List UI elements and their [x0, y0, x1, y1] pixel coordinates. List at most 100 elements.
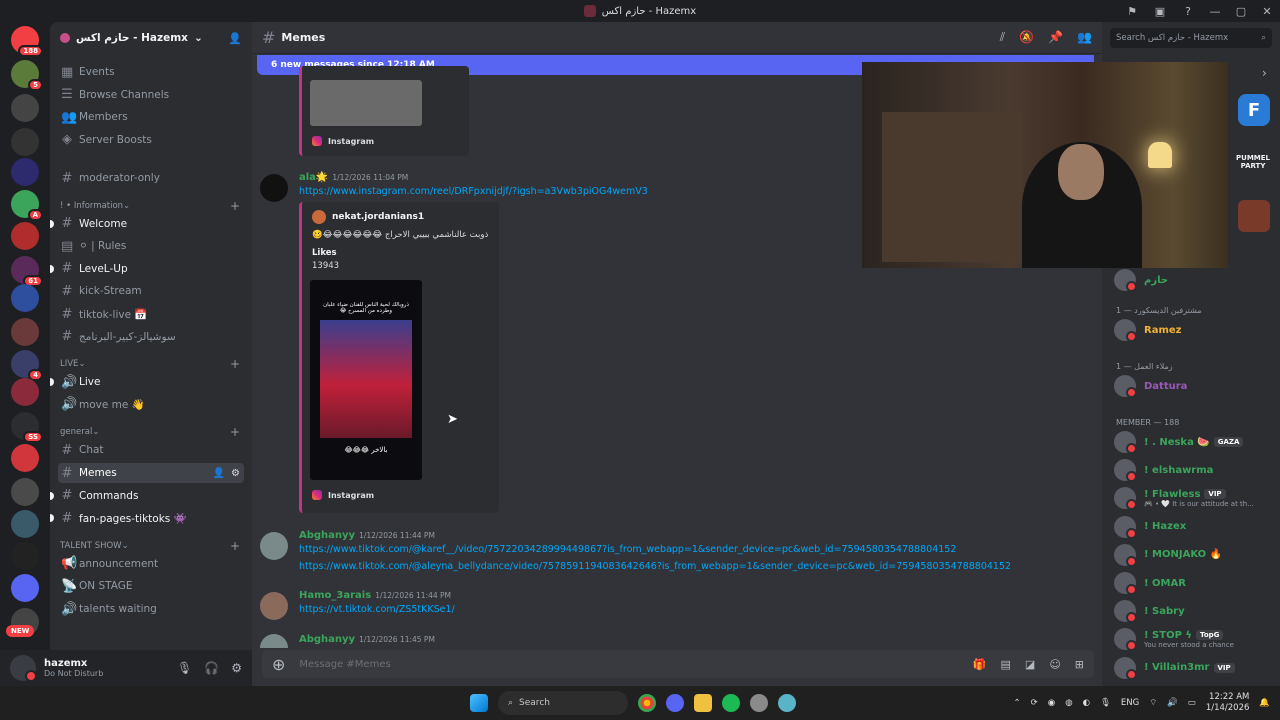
chrome-icon[interactable]: [638, 694, 656, 712]
add-attachment-icon[interactable]: ⊕: [272, 655, 285, 674]
channel-item[interactable]: # fan-pages-tiktoks 👾: [50, 508, 244, 528]
server-icon[interactable]: 5: [11, 60, 43, 91]
server-icon[interactable]: A: [11, 190, 43, 221]
headphones-icon[interactable]: 🎧: [204, 661, 219, 675]
create-channel-icon[interactable]: +: [230, 357, 240, 371]
channel-item[interactable]: # Chat: [58, 440, 244, 460]
server-icon[interactable]: [11, 444, 39, 472]
embed-video-thumbnail[interactable]: ذروبالك لحية الناس للفنان ضياء علبان وطر…: [310, 280, 422, 480]
member-item[interactable]: ! Sabry: [1114, 599, 1274, 624]
member-list-icon[interactable]: 👥: [1077, 30, 1092, 45]
app-icon[interactable]: [778, 694, 796, 712]
search-input[interactable]: Search حازم اكس - Hazemx ⌕: [1110, 28, 1272, 48]
sidebar-item-server-boosts[interactable]: ◈ Server Boosts: [58, 130, 244, 150]
channel-item[interactable]: # moderator-only: [58, 168, 244, 188]
sidebar-item-members[interactable]: 👥 Members: [58, 107, 244, 127]
clock[interactable]: 12:22 AM 1/14/2026: [1206, 692, 1250, 714]
server-icon[interactable]: [11, 478, 39, 506]
member-item[interactable]: Dattura: [1114, 374, 1274, 398]
channel-item[interactable]: 🔊 talents waiting: [58, 599, 244, 619]
emoji-icon[interactable]: ☺: [1049, 658, 1060, 671]
activity-avatar[interactable]: [1238, 200, 1270, 232]
server-icon[interactable]: [11, 542, 39, 570]
message-link[interactable]: https://www.tiktok.com/@karef__/video/75…: [299, 544, 956, 555]
channel-item[interactable]: # Welcome: [50, 214, 244, 234]
message-input[interactable]: Message #Memes: [299, 659, 390, 670]
server-icon[interactable]: [11, 574, 39, 602]
server-icon[interactable]: [11, 284, 39, 312]
server-icon[interactable]: [11, 158, 39, 186]
server-icon[interactable]: [11, 510, 39, 538]
sticker-icon[interactable]: ◪: [1025, 658, 1035, 671]
inbox-flag-icon[interactable]: ⚑: [1118, 5, 1146, 18]
file-explorer-icon[interactable]: [694, 694, 712, 712]
microphone-icon[interactable]: 🎙: [177, 661, 192, 675]
spotify-icon[interactable]: [722, 694, 740, 712]
notification-icon[interactable]: 🔔: [1259, 698, 1270, 708]
channel-item[interactable]: 📢 announcement: [58, 554, 244, 574]
channel-item[interactable]: # Memes 👤 ⚙: [58, 463, 244, 483]
maximize-button[interactable]: ▢: [1228, 5, 1254, 18]
help-icon[interactable]: ?: [1174, 5, 1202, 18]
server-icon[interactable]: [11, 94, 39, 122]
guild-header[interactable]: حازم اكس - Hazemx ⌄ 👤: [50, 22, 252, 54]
avatar[interactable]: [10, 655, 37, 682]
channel-item[interactable]: 🔊 Live: [50, 372, 244, 392]
channel-item[interactable]: 📡 ON STAGE: [58, 576, 244, 596]
gif-icon[interactable]: ▤: [1001, 658, 1011, 671]
gear-icon[interactable]: ⚙: [231, 661, 242, 675]
chevron-up-icon[interactable]: ⌃: [1014, 698, 1021, 708]
avatar[interactable]: [260, 592, 288, 620]
server-icon[interactable]: 188: [11, 26, 43, 57]
pin-icon[interactable]: 📌: [1048, 30, 1063, 45]
minimize-button[interactable]: —: [1202, 5, 1228, 18]
member-item[interactable]: ! Villain3mr VIP: [1114, 656, 1274, 680]
server-icon[interactable]: [11, 318, 39, 346]
start-icon[interactable]: [470, 694, 488, 712]
volume-icon[interactable]: 🔊: [1167, 698, 1178, 708]
create-channel-icon[interactable]: +: [230, 425, 240, 439]
message-author[interactable]: Hamo_3arais 1/12/2026 11:44 PM: [299, 590, 451, 601]
channel-category[interactable]: TALENT SHOW ⌄ +: [60, 539, 240, 553]
invite-icon[interactable]: 👤: [213, 468, 225, 479]
microphone-icon[interactable]: 🎙: [1100, 698, 1111, 708]
member-item[interactable]: حازم: [1114, 268, 1274, 292]
member-item[interactable]: ! STOP ϟ TopG You never stood a chance: [1114, 627, 1274, 652]
discord-icon[interactable]: [666, 694, 684, 712]
chevron-right-icon[interactable]: ›: [1262, 66, 1267, 80]
gear-icon[interactable]: ⚙: [231, 468, 240, 479]
member-item[interactable]: ! OMAR: [1114, 571, 1274, 595]
wifi-icon[interactable]: ⌔: [1149, 698, 1157, 708]
sidebar-item-events[interactable]: ▦ Events: [58, 62, 244, 82]
server-icon[interactable]: SS: [11, 412, 43, 443]
channel-item[interactable]: # LeveL-Up: [50, 259, 244, 279]
avatar[interactable]: [260, 634, 288, 648]
message-link[interactable]: https://www.instagram.com/reel/DRFpxnijd…: [299, 186, 648, 197]
battery-icon[interactable]: ▭: [1188, 698, 1196, 708]
sidebar-item-browse-channels[interactable]: ☰ Browse Channels: [58, 85, 244, 105]
activity-app-icon[interactable]: F: [1238, 94, 1270, 126]
channel-item[interactable]: # tiktok-live 📅: [58, 304, 244, 324]
close-button[interactable]: ✕: [1254, 5, 1280, 18]
embed-thumbnail[interactable]: [310, 80, 422, 126]
channel-item[interactable]: 🔊 move me 👋: [58, 395, 244, 415]
avatar[interactable]: [260, 174, 288, 202]
channel-item[interactable]: # kick-Stream: [58, 281, 244, 301]
message-link[interactable]: https://www.tiktok.com/@aleyna_bellydanc…: [299, 561, 1011, 572]
embed-author[interactable]: nekat.jordanians1: [332, 212, 424, 222]
message-link[interactable]: https://vt.tiktok.com/ZS5tKKSe1/: [299, 604, 455, 615]
channel-category[interactable]: general ⌄ +: [60, 425, 240, 439]
server-icon[interactable]: [11, 128, 39, 156]
avatar[interactable]: [260, 532, 288, 560]
invite-people-icon[interactable]: 👤: [228, 32, 242, 45]
tray-icon[interactable]: ⟳: [1031, 698, 1038, 708]
screen-share-icon[interactable]: ▣: [1146, 5, 1174, 18]
server-icon[interactable]: 4: [11, 350, 43, 381]
tray-icon[interactable]: ◍: [1065, 698, 1072, 708]
channel-item[interactable]: # سوشيالز-كبير-البرنامج: [58, 327, 244, 347]
message-author[interactable]: Abghanyy 1/12/2026 11:45 PM: [299, 634, 435, 645]
create-channel-icon[interactable]: +: [230, 539, 240, 553]
member-item[interactable]: ! Flawless VIP 🎮 • 🤍 It is our attitude at…: [1114, 486, 1274, 511]
message-composer[interactable]: ⊕ Message #Memes 🎁 ▤ ◪ ☺ ⊞: [262, 650, 1094, 678]
channel-item[interactable]: # Commands: [50, 486, 244, 506]
